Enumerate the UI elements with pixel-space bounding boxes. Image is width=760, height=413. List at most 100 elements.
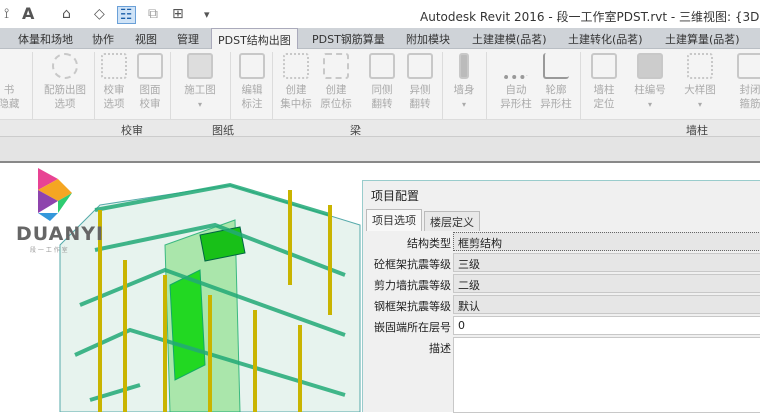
tab-project-options[interactable]: 项目选项 — [366, 209, 422, 231]
tab-view[interactable]: 视图 — [135, 31, 157, 47]
thin-lines-icon[interactable]: ☷ — [117, 6, 136, 24]
pencil-icon — [239, 53, 265, 79]
button-label: 箍筋 — [740, 98, 760, 110]
list-icon — [101, 53, 127, 79]
create-centralized-tag-button[interactable]: 创建集中标 — [278, 53, 314, 111]
l-shape-icon — [543, 53, 569, 79]
project-config-dialog: 项目配置 项目选项 楼层定义 结构类型框剪结构 砼框架抗震等级三级 剪力墙抗震等… — [362, 180, 760, 412]
same-side-flip-button[interactable]: 同侧翻转 — [366, 53, 398, 111]
concrete-frame-grade-select[interactable]: 三级 — [453, 253, 760, 272]
button-label: 选项 — [55, 98, 76, 110]
field-structure-type: 结构类型框剪结构 — [363, 232, 760, 252]
drawing-icon — [187, 53, 213, 79]
drawing-review-button[interactable]: 图面校审 — [134, 53, 166, 111]
tab-addins[interactable]: 附加模块 — [406, 31, 450, 47]
text-icon[interactable]: A — [22, 4, 34, 23]
hide-button[interactable]: 书隐藏 — [0, 53, 24, 111]
wall-icon — [459, 53, 469, 79]
auto-special-column-button[interactable]: 自动异形柱 — [497, 53, 535, 111]
outline-special-column-button[interactable]: 轮廓异形柱 — [537, 53, 575, 111]
structure-type-select[interactable]: 框剪结构 — [453, 232, 760, 251]
dropdown-arrow: ▾ — [648, 100, 652, 109]
button-label: 定位 — [594, 98, 615, 110]
button-label: 图面 — [140, 84, 161, 96]
tab-collaborate[interactable]: 协作 — [92, 31, 114, 47]
3d-view-icon[interactable]: ⌂ — [62, 6, 71, 22]
window-title: Autodesk Revit 2016 - 段一工作室PDST.rvt - 三维… — [420, 8, 760, 25]
tab-pm-quantity[interactable]: 土建算量(品茗) — [665, 31, 740, 47]
section-icon[interactable]: ◇ — [94, 6, 105, 22]
customize-icon[interactable]: ▾ — [204, 8, 210, 21]
construction-drawing-button[interactable]: 施工图 ▾ — [180, 53, 220, 112]
button-label: 书 — [4, 84, 15, 96]
rebar-drawing-options-button[interactable]: 配筋出图选项 — [40, 53, 90, 111]
measure-icon[interactable]: ⟟ — [4, 6, 9, 22]
flip-arrow-icon — [407, 53, 433, 79]
field-label: 剪力墙抗震等级 — [374, 277, 451, 293]
dialog-title: 项目配置 — [371, 187, 419, 204]
field-label: 结构类型 — [407, 235, 451, 251]
panel-wall-column: 墙柱 — [686, 122, 708, 138]
button-label: 校审 — [140, 98, 161, 110]
dropdown-arrow: ▾ — [462, 100, 466, 109]
field-description: 描述 — [363, 337, 760, 413]
ribbon-tabs: 体量和场地 协作 视图 管理 PDST结构出图 PDST钢筋算量 附加模块 土建… — [0, 28, 760, 49]
review-options-button[interactable]: 校审选项 — [98, 53, 130, 111]
gear-icon — [52, 53, 78, 79]
button-label: 原位标 — [320, 98, 352, 110]
button-label: 标注 — [242, 98, 263, 110]
panel-beam: 梁 — [350, 122, 361, 138]
wall-body-button[interactable]: 墙身▾ — [450, 53, 478, 112]
button-label: 自动 — [506, 84, 527, 96]
logo-mark — [38, 168, 72, 221]
dropdown-arrow: ▾ — [698, 100, 702, 109]
button-label: 校审 — [104, 84, 125, 96]
button-label: 异侧 — [410, 84, 431, 96]
button-label: 创建 — [326, 84, 347, 96]
tab-massing[interactable]: 体量和场地 — [18, 31, 73, 47]
ribbon-panel-labels: 校审 图纸 梁 墙柱 — [0, 119, 760, 137]
opposite-side-flip-button[interactable]: 异侧翻转 — [404, 53, 436, 111]
tab-pdst-rebar[interactable]: PDST钢筋算量 — [312, 31, 385, 47]
button-label: 施工图 — [184, 84, 216, 96]
detail-drawing-button[interactable]: 大样图▾ — [680, 53, 720, 112]
button-label: 轮廓 — [546, 84, 567, 96]
book-icon — [0, 53, 22, 79]
field-concrete-frame-grade: 砼框架抗震等级三级 — [363, 253, 760, 273]
dropdown-arrow: ▾ — [198, 100, 202, 109]
create-in-situ-tag-button[interactable]: 创建原位标 — [318, 53, 354, 111]
tab-pm-modeling[interactable]: 土建建模(品茗) — [472, 31, 547, 47]
options-bar — [0, 137, 760, 163]
tab-pm-convert[interactable]: 土建转化(品茗) — [568, 31, 643, 47]
button-label: 封闭 — [740, 84, 760, 96]
panel-drawing: 图纸 — [212, 122, 234, 138]
tab-pdst-drawing[interactable]: PDST结构出图 — [211, 28, 298, 50]
tab-manage[interactable]: 管理 — [177, 31, 199, 47]
panel-review: 校审 — [121, 122, 143, 138]
button-label: 隐藏 — [0, 98, 20, 110]
dashed-line-icon — [323, 53, 349, 79]
field-steel-frame-grade: 钢框架抗震等级默认 — [363, 295, 760, 315]
closed-stirrup-button[interactable]: 封闭箍筋 — [734, 53, 760, 111]
button-label: 选项 — [104, 98, 125, 110]
steel-frame-grade-select[interactable]: 默认 — [453, 295, 760, 314]
shear-wall-grade-select[interactable]: 二级 — [453, 274, 760, 293]
field-label: 砼框架抗震等级 — [374, 256, 451, 272]
button-label: 柱编号 — [634, 84, 666, 96]
wall-column-locate-button[interactable]: 墙柱定位 — [588, 53, 620, 111]
tag-icon — [283, 53, 309, 79]
embedded-floor-input[interactable]: 0 — [453, 316, 760, 335]
description-textarea[interactable] — [453, 337, 760, 413]
button-label: 翻转 — [372, 98, 393, 110]
checkbox-icon — [137, 53, 163, 79]
field-label: 嵌固端所在层号 — [374, 319, 451, 335]
button-label: 创建 — [286, 84, 307, 96]
close-hidden-icon[interactable]: ⧉ — [148, 6, 158, 22]
section-grid-icon — [687, 53, 713, 79]
switch-windows-icon[interactable]: ⊞ — [172, 6, 184, 22]
button-label: 配筋出图 — [44, 84, 86, 96]
column-number-button[interactable]: 柱编号 ▾ — [630, 53, 670, 112]
edit-annotation-button[interactable]: 编辑标注 — [236, 53, 268, 111]
tab-floor-definition[interactable]: 楼层定义 — [424, 211, 480, 231]
field-shear-wall-grade: 剪力墙抗震等级二级 — [363, 274, 760, 294]
